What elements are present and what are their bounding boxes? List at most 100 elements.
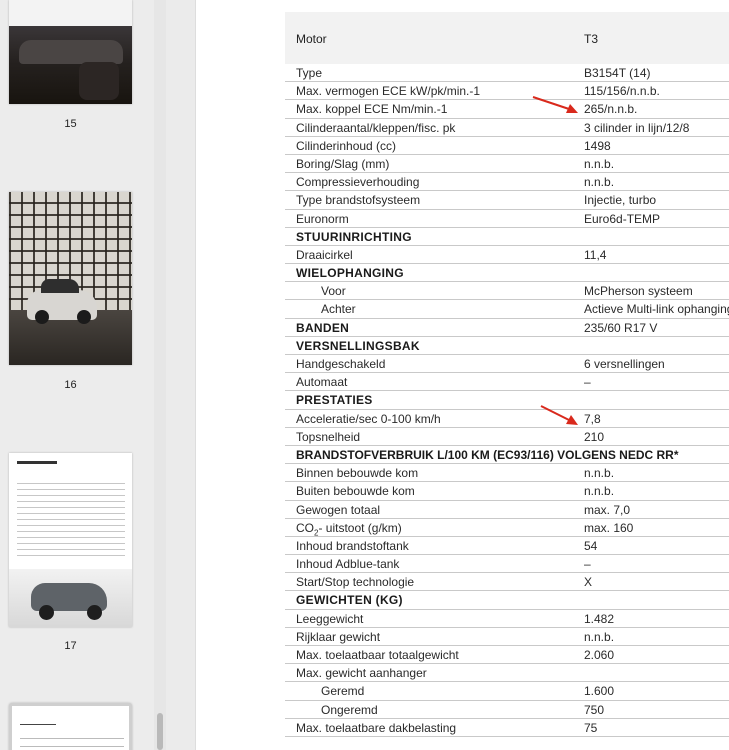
section-heading-row: GEWICHTEN (KG)	[285, 591, 729, 610]
thumbnail-doc-line	[20, 746, 124, 747]
spec-row: Max. vermogen ECE kW/pk/min.-1 115/156/n.…	[285, 82, 729, 101]
thumbnail-doc-line	[17, 489, 125, 490]
section-heading-row: WIELOPHANGING	[285, 264, 729, 283]
spec-label: Handgeschakeld	[296, 357, 386, 371]
spec-label: Ongeremd	[321, 702, 378, 717]
spec-label: Topsnelheid	[296, 429, 361, 444]
spec-label: STUURINRICHTING	[296, 229, 412, 244]
spec-row: Leeggewicht 1.482	[285, 610, 729, 628]
thumbnail-doc-line	[17, 531, 125, 532]
thumbnail-doc-title	[20, 724, 56, 725]
spec-label: Rijklaar gewicht	[296, 629, 381, 644]
page-thumbnail-15[interactable]	[9, 0, 132, 104]
header-label: Motor	[296, 32, 327, 46]
page-thumbnail-17[interactable]	[9, 453, 132, 627]
spec-value: Euro6d-TEMP	[584, 211, 661, 226]
spec-table-body: Type B3154T (14) Max. vermogen ECE kW/pk/m…	[285, 64, 729, 737]
spec-row: Max. toelaatbaar totaalgewicht 2.060	[285, 646, 729, 665]
spec-label: Max. koppel ECE Nm/min.-1	[296, 102, 448, 117]
document-page: Motor T3 Type B3154T (14) Max. vermogen EC…	[285, 12, 729, 750]
spec-row: Geremd 1.600	[285, 682, 729, 701]
spec-value: X	[584, 575, 593, 590]
spec-label: PRESTATIES	[296, 393, 373, 408]
sidebar-scrollbar-track[interactable]	[154, 0, 166, 750]
wheel-shape	[35, 310, 49, 324]
spec-value: 11,4	[584, 247, 607, 262]
section-heading-row: BRANDSTOFVERBRUIK L/100 KM (EC93/116) VO…	[285, 446, 729, 465]
page-number-label: 16	[64, 379, 77, 391]
thumbnail-doc-line	[17, 495, 125, 496]
spec-row: Topsnelheid 210	[285, 428, 729, 446]
spec-value: Injectie, turbo	[584, 193, 657, 208]
spec-row: Ongeremd 750	[285, 701, 729, 719]
spec-row: Gewogen totaal max. 7,0	[285, 501, 729, 519]
spec-value: 1498	[584, 138, 611, 153]
thumbnail-doc-line	[17, 507, 125, 508]
spec-label: Start/Stop technologie	[296, 575, 415, 590]
spec-value: Actieve Multi-link ophanging	[584, 302, 729, 317]
spec-label: Type brandstofsysteem	[296, 193, 421, 208]
spec-value: n.n.b.	[584, 156, 615, 171]
page-thumbnail-16[interactable]	[9, 192, 132, 365]
thumbnail-sidebar: 15 16 17	[0, 0, 166, 750]
spec-value: 3 cilinder in lijn/12/8	[584, 120, 690, 135]
spec-label: Achter	[321, 302, 356, 317]
spec-value: 115/156/n.n.b.	[584, 84, 660, 99]
sidebar-scrollbar-thumb[interactable]	[157, 713, 163, 750]
page-number-label: 17	[64, 640, 77, 652]
thumbnail-doc-line	[17, 519, 125, 520]
sidebar-separator	[166, 0, 196, 750]
page-number-label: 15	[64, 118, 77, 130]
spec-value: 2.060	[584, 648, 615, 662]
thumbnail-doc-line	[20, 738, 124, 739]
thumbnail-doc-line	[17, 549, 125, 550]
spec-row: Euronorm Euro6d-TEMP	[285, 210, 729, 228]
spec-value: McPherson systeem	[584, 284, 693, 299]
thumbnail-doc-line	[17, 543, 125, 544]
spec-label: Gewogen totaal	[296, 502, 381, 517]
spec-row: Acceleratie/sec 0-100 km/h 7,8	[285, 410, 729, 428]
spec-row: Type brandstofsysteem Injectie, turbo	[285, 191, 729, 210]
spec-row: Max. koppel ECE Nm/min.-1 265/n.n.b.	[285, 100, 729, 119]
spec-value: max. 7,0	[584, 502, 631, 517]
spec-label: Max. gewicht aanhanger	[296, 666, 427, 681]
spec-label: Inhoud brandstoftank	[296, 538, 409, 553]
arrow-shaft	[540, 405, 572, 422]
page-thumbnail-selected[interactable]	[9, 703, 132, 750]
thumbnail-doc-line	[17, 501, 125, 502]
spec-label: Max. toelaatbaar totaalgewicht	[296, 648, 459, 662]
spec-label: Cilinderinhoud (cc)	[296, 138, 397, 153]
spec-label: Draaicirkel	[296, 247, 353, 262]
thumbnail-image-seat	[79, 62, 119, 100]
spec-value: 75	[584, 720, 598, 735]
section-heading-row: BANDEN 235/60 R17 V	[285, 319, 729, 337]
spec-row: Max. gewicht aanhanger	[285, 664, 729, 683]
spec-label: BANDEN	[296, 320, 350, 335]
wheel-shape	[77, 310, 91, 324]
spec-row: Boring/Slag (mm) n.n.b.	[285, 155, 729, 174]
spec-value: 1.482	[584, 611, 615, 626]
spec-row: Type B3154T (14)	[285, 64, 729, 83]
spec-value: n.n.b.	[584, 175, 615, 190]
annotation-arrow-icon	[540, 405, 578, 425]
spec-value: 265/n.n.b.	[584, 102, 638, 117]
spec-row: Voor McPherson systeem	[285, 282, 729, 301]
thumbnail-doc-line	[17, 513, 125, 514]
spec-row: Cilinderinhoud (cc) 1498	[285, 137, 729, 155]
spec-label: Binnen bebouwde kom	[296, 466, 419, 481]
spec-label: Max. toelaatbare dakbelasting	[296, 720, 457, 735]
spec-table-header: Motor T3	[285, 12, 729, 64]
wheel-shape	[39, 605, 54, 620]
spec-label: Type	[296, 66, 323, 80]
spec-value: 750	[584, 702, 605, 717]
spec-row: Binnen bebouwde kom n.n.b.	[285, 464, 729, 483]
spec-label: Max. vermogen ECE kW/pk/min.-1	[296, 84, 481, 99]
spec-row: Inhoud Adblue-tank –	[285, 555, 729, 574]
spec-label: Geremd	[321, 684, 365, 699]
spec-row: Automaat –	[285, 373, 729, 392]
spec-label: Cilinderaantal/kleppen/fisc. pk	[296, 120, 456, 135]
spec-value: n.n.b.	[584, 629, 615, 644]
spec-label: Automaat	[296, 375, 348, 390]
thumbnail-doc-line	[17, 483, 125, 484]
spec-value: –	[584, 375, 591, 390]
